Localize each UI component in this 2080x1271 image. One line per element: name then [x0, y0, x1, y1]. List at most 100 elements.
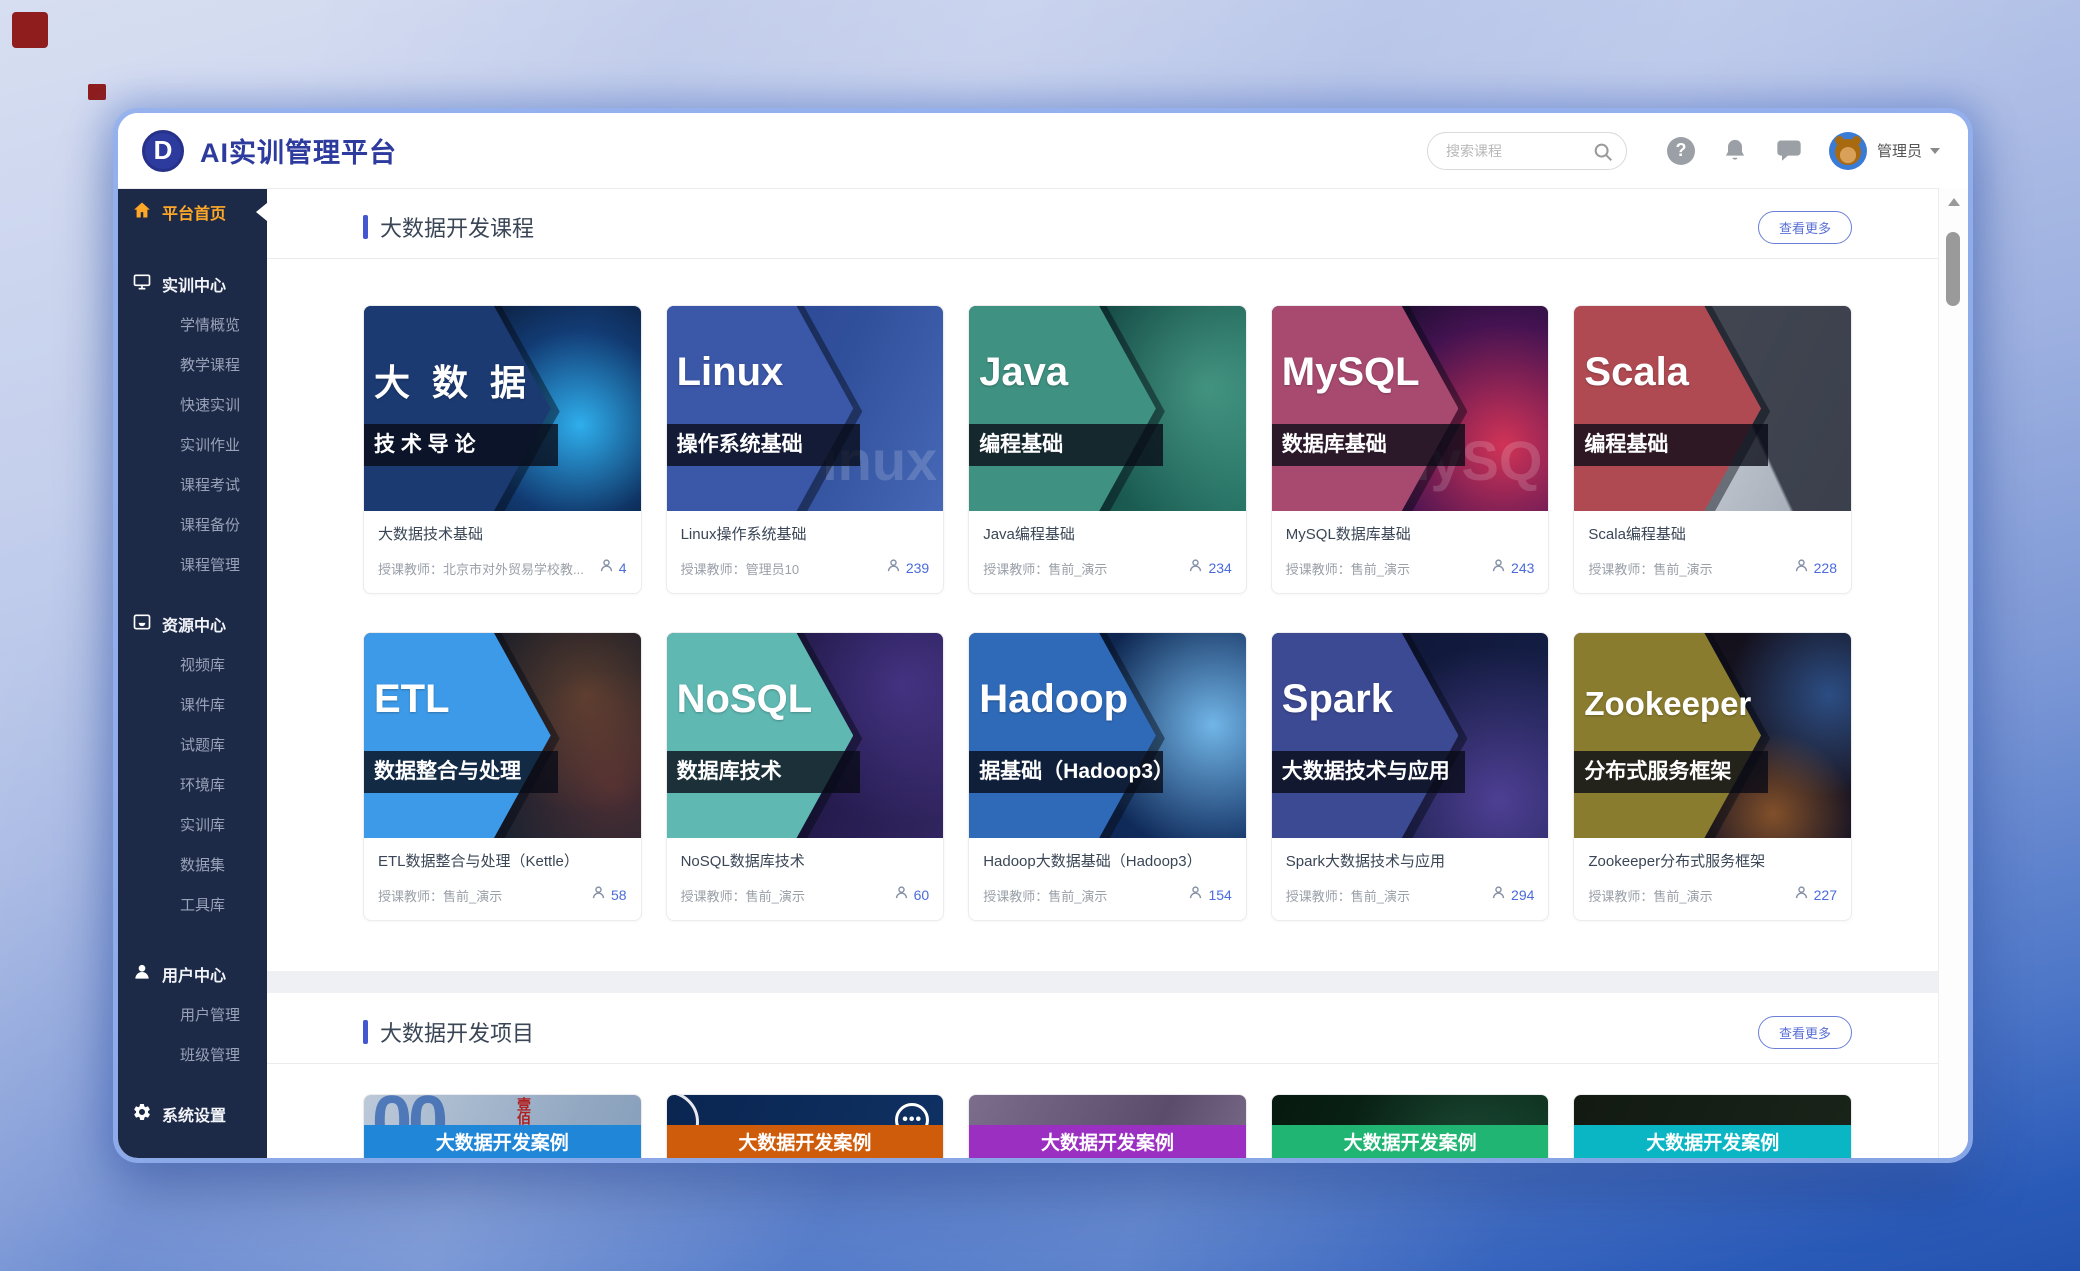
- enrollment-number: 154: [1208, 887, 1231, 903]
- project-card-image: ••• 大数据开发案例: [667, 1095, 944, 1158]
- desktop: { "header": { "app_title": "AI实训管理平台", "…: [0, 0, 2080, 1271]
- sidebar-item[interactable]: 课件库: [118, 686, 267, 726]
- course-image-title: Spark: [1282, 677, 1393, 722]
- course-name: Zookeeper分布式服务框架: [1588, 850, 1837, 871]
- app-title: AI实训管理平台: [200, 131, 397, 170]
- search-box[interactable]: [1427, 132, 1627, 170]
- sidebar-item[interactable]: 课程管理: [118, 546, 267, 586]
- course-card[interactable]: NoSQL 数据库技术 NoSQL数据库技术 授课教师：售前_演示 60: [666, 632, 945, 921]
- app-header: D AI实训管理平台 ?: [118, 113, 1968, 188]
- project-card[interactable]: 00 壹佰 大数据开发案例: [363, 1094, 642, 1158]
- active-item-notch: [256, 203, 267, 221]
- course-card[interactable]: Spark 大数据技术与应用 Spark大数据技术与应用 授课教师：售前_演示 …: [1271, 632, 1550, 921]
- help-icon[interactable]: ?: [1667, 137, 1695, 165]
- arrow-shape: [667, 306, 854, 511]
- person-count-icon: [1490, 557, 1507, 579]
- enrollment-number: 60: [914, 887, 930, 903]
- sidebar-item[interactable]: 学情概览: [118, 306, 267, 346]
- enrollment-count: 154: [1187, 884, 1231, 906]
- sidebar-item-home[interactable]: 平台首页: [118, 188, 267, 236]
- project-card-image: 大数据开发案例: [969, 1095, 1246, 1158]
- desktop-red-tile: [12, 12, 48, 48]
- course-teacher: 授课教师：售前_演示: [378, 886, 582, 905]
- app-logo-icon: D: [142, 130, 184, 172]
- sidebar-item[interactable]: 课程考试: [118, 466, 267, 506]
- project-card[interactable]: 大数据开发案例: [968, 1094, 1247, 1158]
- course-name: 大数据技术基础: [378, 523, 627, 544]
- scrollbar-thumb[interactable]: [1946, 232, 1960, 306]
- course-card[interactable]: Java 编程基础 Java编程基础 授课教师：售前_演示 234: [968, 305, 1247, 594]
- enrollment-number: 239: [906, 560, 929, 576]
- sidebar-item[interactable]: 工具库: [118, 886, 267, 926]
- course-image-subtitle: 据基础（Hadoop3）: [969, 751, 1163, 793]
- arrow-shape: [364, 633, 551, 838]
- sidebar-item[interactable]: 实训作业: [118, 426, 267, 466]
- sidebar-section-1[interactable]: 实训中心: [118, 262, 267, 306]
- course-card[interactable]: Scala 编程基础 Scala编程基础 授课教师：售前_演示 228: [1573, 305, 1852, 594]
- enrollment-count: 234: [1187, 557, 1231, 579]
- course-name: Java编程基础: [983, 523, 1232, 544]
- course-image-subtitle: 技 术 导 论: [364, 424, 558, 466]
- sidebar-section-label: 用户中心: [162, 962, 226, 986]
- course-card-image: inux Linux 操作系统基础: [667, 306, 944, 511]
- bell-icon[interactable]: [1721, 137, 1749, 165]
- person-count-icon: [590, 884, 607, 906]
- course-image-subtitle: 数据库基础: [1272, 424, 1466, 466]
- course-image-title: Hadoop: [979, 677, 1128, 722]
- course-teacher: 授课教师：售前_演示: [983, 559, 1179, 578]
- sidebar-section-2[interactable]: 资源中心: [118, 602, 267, 646]
- enrollment-number: 294: [1511, 887, 1534, 903]
- project-banner: 大数据开发案例: [364, 1125, 641, 1158]
- view-more-button[interactable]: 查看更多: [1758, 211, 1852, 244]
- sidebar-item-label: 平台首页: [162, 200, 226, 224]
- course-name: Linux操作系统基础: [681, 523, 930, 544]
- project-banner: 大数据开发案例: [1272, 1125, 1549, 1158]
- project-card[interactable]: ••• 大数据开发案例: [666, 1094, 945, 1158]
- course-name: ETL数据整合与处理（Kettle）: [378, 850, 627, 871]
- search-icon[interactable]: [1592, 141, 1614, 163]
- course-card[interactable]: 大 数 据 技 术 导 论 大数据技术基础 授课教师：北京市对外贸易学校教...…: [363, 305, 642, 594]
- sidebar-section-4[interactable]: 系统设置: [118, 1092, 267, 1136]
- chat-icon[interactable]: [1775, 137, 1803, 165]
- sidebar-item[interactable]: 数据集: [118, 846, 267, 886]
- scrollbar-up-arrow[interactable]: [1948, 198, 1960, 206]
- project-card-image: 00 壹佰 大数据开发案例: [364, 1095, 641, 1158]
- course-teacher: 授课教师：管理员10: [681, 559, 877, 578]
- section-divider: [267, 1063, 1968, 1064]
- user-name[interactable]: 管理员: [1877, 140, 1922, 161]
- course-card[interactable]: ETL 数据整合与处理 ETL数据整合与处理（Kettle） 授课教师：售前_演…: [363, 632, 642, 921]
- course-card[interactable]: Zookeeper 分布式服务框架 Zookeeper分布式服务框架 授课教师：…: [1573, 632, 1852, 921]
- course-card[interactable]: inux Linux 操作系统基础 Linux操作系统基础 授课教师：管理员10…: [666, 305, 945, 594]
- course-card-image: Hadoop 据基础（Hadoop3）: [969, 633, 1246, 838]
- sidebar-item[interactable]: 用户管理: [118, 996, 267, 1036]
- course-image-title: Linux: [677, 350, 784, 395]
- course-image-subtitle: 数据整合与处理: [364, 751, 558, 793]
- project-card[interactable]: 大数据开发案例: [1573, 1094, 1852, 1158]
- view-more-button[interactable]: 查看更多: [1758, 1016, 1852, 1049]
- sidebar-item[interactable]: 视频库: [118, 646, 267, 686]
- sidebar-section-3[interactable]: 用户中心: [118, 952, 267, 996]
- sidebar-item[interactable]: 实训库: [118, 806, 267, 846]
- sidebar-item[interactable]: 班级管理: [118, 1036, 267, 1076]
- avatar[interactable]: [1829, 132, 1867, 170]
- sidebar-item[interactable]: 教学课程: [118, 346, 267, 386]
- sidebar-item[interactable]: 试题库: [118, 726, 267, 766]
- chevron-down-icon[interactable]: [1930, 148, 1940, 154]
- main-content: 大数据开发课程 查看更多 大 数 据 技 术 导 论 大数据技术基础 授课教师：…: [267, 188, 1968, 1158]
- project-banner: 大数据开发案例: [1574, 1125, 1851, 1158]
- scrollbar[interactable]: [1938, 188, 1968, 1158]
- desktop-red-tile-small: [88, 84, 106, 100]
- course-card[interactable]: Hadoop 据基础（Hadoop3） Hadoop大数据基础（Hadoop3）…: [968, 632, 1247, 921]
- course-card-info: MySQL数据库基础 授课教师：售前_演示 243: [1272, 511, 1549, 593]
- course-card[interactable]: MySQ MySQL 数据库基础 MySQL数据库基础 授课教师：售前_演示 2…: [1271, 305, 1550, 594]
- project-card[interactable]: 大数据开发案例: [1271, 1094, 1550, 1158]
- sidebar-item[interactable]: 快速实训: [118, 386, 267, 426]
- course-name: MySQL数据库基础: [1286, 523, 1535, 544]
- sidebar-section-label: 实训中心: [162, 272, 226, 296]
- course-image-subtitle: 操作系统基础: [667, 424, 861, 466]
- course-teacher: 授课教师：售前_演示: [1588, 886, 1784, 905]
- course-card-info: 大数据技术基础 授课教师：北京市对外贸易学校教... 4: [364, 511, 641, 593]
- person-count-icon: [1187, 884, 1204, 906]
- sidebar-item[interactable]: 课程备份: [118, 506, 267, 546]
- sidebar-item[interactable]: 环境库: [118, 766, 267, 806]
